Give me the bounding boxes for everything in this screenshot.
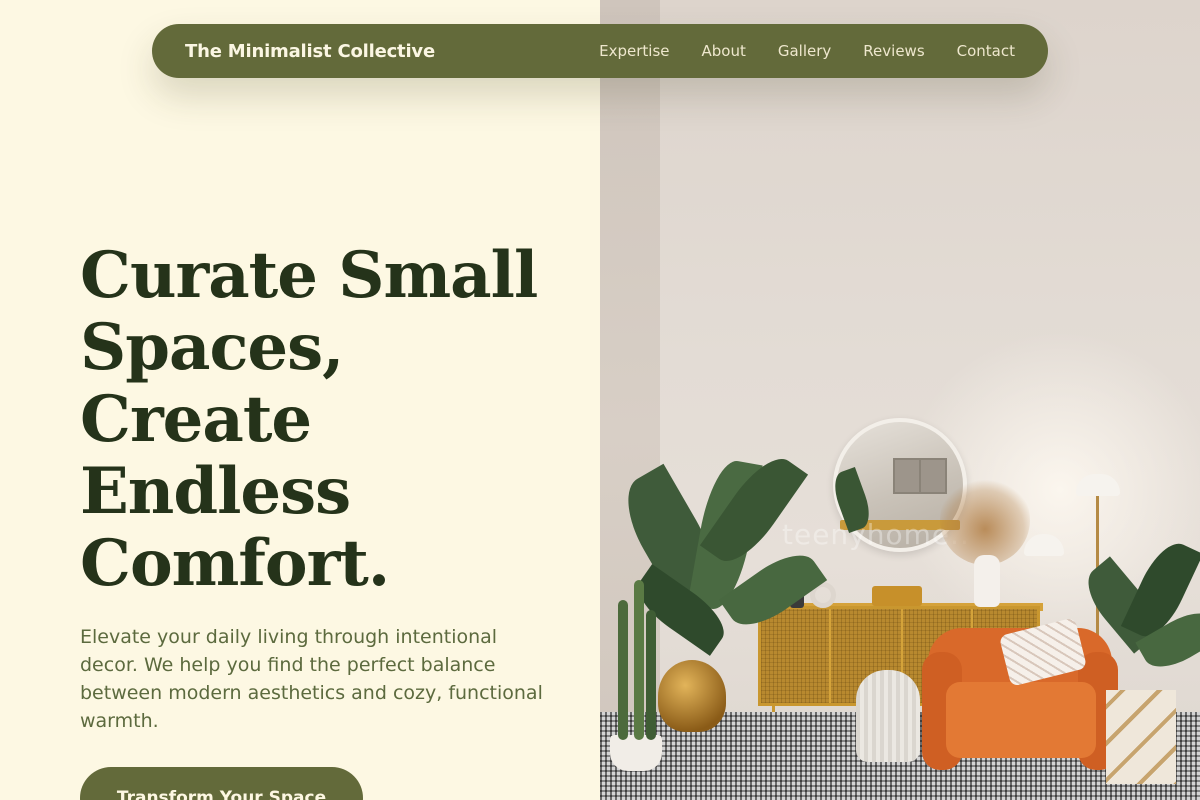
hero-left-panel: Curate Small Spaces, Create Endless Comf… (0, 0, 600, 800)
white-vase (974, 555, 1000, 607)
nav-link-reviews[interactable]: Reviews (863, 42, 924, 60)
pampas-grass (940, 475, 1030, 565)
nav-link-contact[interactable]: Contact (957, 42, 1015, 60)
white-pouf (856, 670, 920, 762)
nav-link-expertise[interactable]: Expertise (599, 42, 669, 60)
armchair-seat (946, 682, 1096, 758)
headline-line-4: Endless (80, 454, 351, 529)
headline-line-2: Spaces, (80, 310, 344, 385)
nav-link-about[interactable]: About (702, 42, 746, 60)
sideboard-door-divider (829, 609, 831, 703)
mirror-reflection (893, 458, 947, 494)
white-planter (610, 735, 662, 771)
marble-side-table (1106, 690, 1176, 784)
transform-your-space-button[interactable]: Transform Your Space (80, 767, 363, 800)
snake-plant-leaf (634, 580, 644, 740)
nav-link-gallery[interactable]: Gallery (778, 42, 831, 60)
landing-page: Curate Small Spaces, Create Endless Comf… (0, 0, 1200, 800)
hero-room-image: teenyhome.. (600, 0, 1200, 800)
headline-line-1: Curate Small (80, 238, 538, 313)
gold-tray (872, 586, 922, 606)
nav-links: Expertise About Gallery Reviews Contact (567, 42, 1015, 60)
hero-subtext: Elevate your daily living through intent… (80, 626, 543, 732)
headline-line-3: Create (80, 382, 312, 457)
snake-plant-leaf (646, 610, 656, 740)
snake-plant-leaf (618, 600, 628, 740)
headline-line-5: Comfort. (80, 526, 390, 601)
gold-planter (658, 660, 726, 732)
top-navbar: The Minimalist Collective Expertise Abou… (152, 24, 1048, 78)
brand-logo[interactable]: The Minimalist Collective (185, 41, 435, 62)
hero-headline: Curate Small Spaces, Create Endless Comf… (80, 240, 580, 600)
